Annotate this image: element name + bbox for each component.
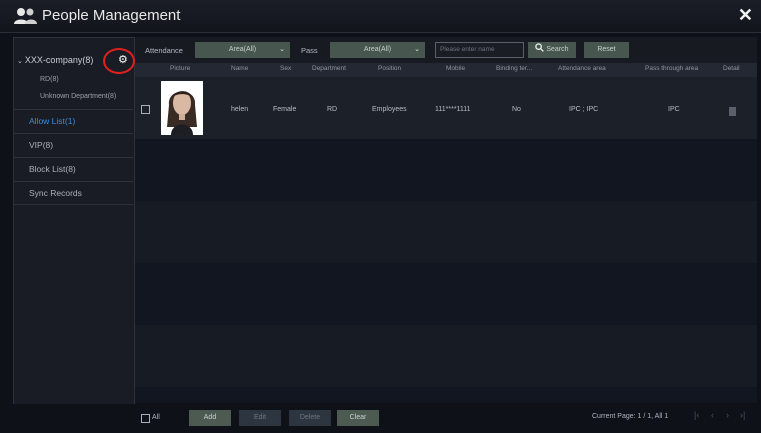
attendance-select[interactable]: Area(All) ⌄	[195, 42, 290, 58]
pass-select-value: Area(All)	[363, 46, 392, 53]
cell-mobile: 111****1111	[435, 106, 471, 113]
tree-root-label: XXX-company(8)	[24, 55, 94, 65]
empty-row	[135, 139, 757, 201]
next-page-icon[interactable]: ›	[726, 410, 729, 420]
people-management-window: People Management ✕ ⌄ XXX-company(8) ⚙ R…	[0, 0, 761, 433]
main-panel: Attendance Area(All) ⌄ Pass Area(All) ⌄ …	[135, 37, 757, 403]
search-button[interactable]: Search	[528, 42, 576, 58]
cell-position: Employees	[372, 106, 407, 113]
chevron-down-icon[interactable]: ⌄	[17, 58, 25, 65]
empty-row	[135, 201, 757, 263]
row-checkbox[interactable]	[141, 105, 150, 114]
edit-button[interactable]: Edit	[239, 410, 281, 426]
column-header-name: Name	[231, 65, 249, 72]
column-header-pass-through-area: Pass through area	[645, 65, 699, 72]
search-button-label: Search	[546, 46, 569, 53]
pass-label: Pass	[301, 46, 318, 55]
column-header-binding: Binding ter...	[496, 65, 533, 72]
column-header-picture: Picture	[170, 65, 191, 72]
tree-root-item[interactable]: ⌄ XXX-company(8)	[17, 55, 93, 65]
column-header-department: Department	[312, 65, 346, 72]
search-input[interactable]: Please enter name	[435, 42, 524, 58]
cell-binding: No	[512, 106, 521, 113]
sidebar-item-block-list[interactable]: Block List(8)	[13, 157, 133, 181]
document-icon[interactable]	[729, 107, 736, 116]
column-header-sex: Sex	[280, 65, 292, 72]
column-header-position: Position	[378, 65, 402, 72]
table-header: Picture Name Sex Department Position Mob…	[135, 63, 757, 77]
empty-row	[135, 263, 757, 325]
column-header-mobile: Mobile	[446, 65, 466, 72]
column-header-attendance-area: Attendance area	[558, 65, 606, 72]
reset-button[interactable]: Reset	[584, 42, 629, 58]
window-title: People Management	[42, 7, 181, 24]
tree-child-rd[interactable]: RD(8)	[40, 76, 59, 83]
person-photo	[161, 81, 203, 135]
page-info: Current Page: 1 / 1, All 1	[592, 413, 669, 420]
select-all-label: All	[152, 414, 160, 421]
chevron-down-icon: ⌄	[414, 46, 420, 53]
sidebar-item-vip[interactable]: VIP(8)	[13, 133, 133, 157]
gear-icon[interactable]: ⚙	[118, 55, 128, 66]
title-bar: People Management ✕	[0, 0, 761, 33]
cell-pass-through-area: IPC	[668, 106, 680, 113]
attendance-select-value: Area(All)	[228, 46, 257, 53]
tree-child-unknown-department[interactable]: Unknown Department(8)	[40, 93, 116, 100]
previous-page-icon[interactable]: ‹	[711, 410, 714, 420]
cell-attendance-area: IPC ; IPC	[569, 106, 599, 113]
select-all-checkbox[interactable]	[141, 414, 150, 423]
empty-row	[135, 387, 757, 403]
people-icon	[14, 8, 37, 24]
chevron-down-icon: ⌄	[279, 46, 285, 53]
delete-button[interactable]: Delete	[289, 410, 331, 426]
empty-row	[135, 325, 757, 387]
last-page-icon[interactable]: ›|	[740, 410, 745, 420]
cell-name: helen	[231, 106, 249, 113]
first-page-icon[interactable]: |‹	[694, 410, 699, 420]
cell-sex: Female	[273, 106, 297, 113]
column-header-detail: Detail	[723, 65, 740, 72]
clear-button[interactable]: Clear	[337, 410, 379, 426]
cell-department: RD	[327, 106, 338, 113]
sidebar-item-allow-list[interactable]: Allow List(1)	[13, 109, 133, 133]
close-button[interactable]: ✕	[738, 5, 753, 26]
add-button[interactable]: Add	[189, 410, 231, 426]
sidebar-item-sync-records[interactable]: Sync Records	[13, 181, 133, 205]
search-icon	[535, 43, 545, 52]
attendance-label: Attendance	[145, 46, 183, 55]
pass-select[interactable]: Area(All) ⌄	[330, 42, 425, 58]
